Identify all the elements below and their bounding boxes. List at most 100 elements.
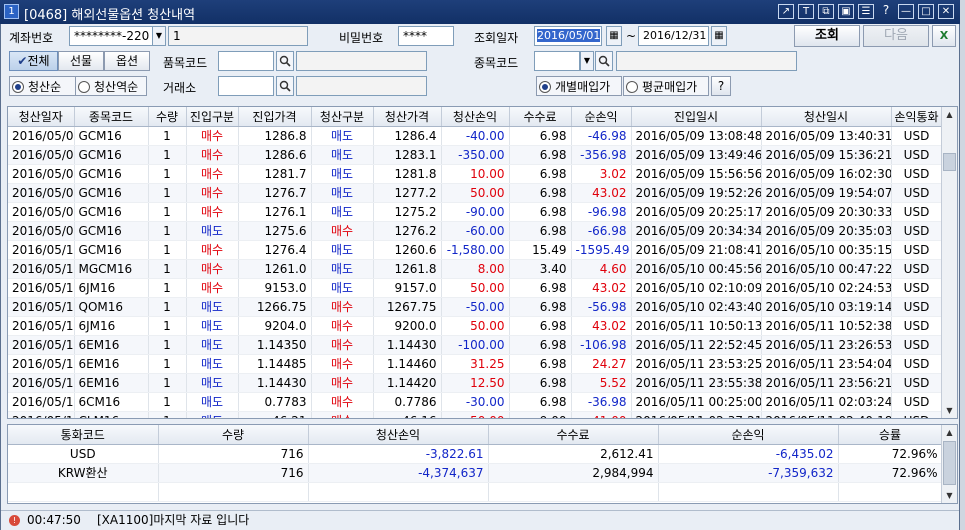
column-header[interactable]: 진입일시 bbox=[631, 107, 762, 127]
column-header[interactable]: 청산일시 bbox=[761, 107, 892, 127]
column-header[interactable]: 진입가격 bbox=[238, 107, 312, 127]
table-row[interactable]: 2016/05/116JM161매도9204.0매수9200.050.006.9… bbox=[8, 316, 943, 336]
sort-by-close-reverse-radio[interactable]: 청산역순 bbox=[75, 76, 147, 96]
table-cell: 2016/05/09 bbox=[8, 164, 75, 184]
table-cell: 1286.8 bbox=[238, 126, 312, 146]
date-from-calendar-icon[interactable]: ▦ bbox=[606, 26, 622, 46]
item-code-search-icon[interactable] bbox=[595, 51, 613, 71]
table-row[interactable]: 2016/05/10QOM161매도1266.75매수1267.75-50.00… bbox=[8, 297, 943, 317]
column-header[interactable]: 청산구분 bbox=[311, 107, 374, 127]
account-dropdown-icon[interactable]: ▼ bbox=[152, 26, 166, 46]
scroll-thumb[interactable] bbox=[943, 153, 956, 171]
table-row[interactable]: 2016/05/106JM161매수9153.0매도9157.050.006.9… bbox=[8, 278, 943, 298]
individual-price-radio[interactable]: 개별매입가 bbox=[536, 76, 622, 96]
column-header[interactable]: 종목코드 bbox=[74, 107, 149, 127]
scroll-up-icon[interactable]: ▲ bbox=[942, 425, 957, 440]
query-button[interactable]: 조회 bbox=[794, 25, 860, 47]
column-header[interactable]: 순손익 bbox=[571, 107, 632, 127]
column-header[interactable]: 청산손익 bbox=[441, 107, 510, 127]
column-header[interactable]: 수수료 bbox=[509, 107, 572, 127]
product-code-field[interactable] bbox=[218, 51, 274, 71]
table-row[interactable]: 2016/05/09GCM161매수1276.1매도1275.2-90.006.… bbox=[8, 202, 943, 222]
summary-row[interactable]: USD 716 -3,822.61 2,612.41 -6,435.02 72.96% bbox=[8, 444, 943, 464]
help-button[interactable]: ? bbox=[711, 76, 731, 96]
table-cell: 2016/05/10 00:47:22 bbox=[761, 259, 892, 279]
table-cell: 41.00 bbox=[571, 411, 632, 418]
table-row[interactable]: 2016/05/09GCM161매수1286.6매도1283.1-350.006… bbox=[8, 145, 943, 165]
table-cell: 매도 bbox=[186, 221, 239, 241]
link-icon[interactable]: ↗ bbox=[778, 4, 794, 19]
tab-all[interactable]: ✔전체 bbox=[9, 51, 58, 71]
account-number-field[interactable]: ********-220 bbox=[69, 26, 153, 46]
table-cell: 6EM16 bbox=[74, 373, 149, 393]
summary-cell: -6,435.02 bbox=[658, 444, 839, 464]
maximize-icon[interactable]: □ bbox=[918, 4, 934, 19]
column-header[interactable]: 청산일자 bbox=[8, 107, 75, 127]
scroll-down-icon[interactable]: ▼ bbox=[942, 403, 957, 418]
table-row[interactable]: 2016/05/09GCM161매수1281.7매도1281.810.006.9… bbox=[8, 164, 943, 184]
exchange-search-icon[interactable] bbox=[276, 76, 294, 96]
column-header[interactable]: 손익통화 bbox=[891, 107, 943, 127]
window-number-icon[interactable]: 1 bbox=[4, 4, 19, 19]
table-cell: GCM16 bbox=[74, 126, 149, 146]
table-row[interactable]: 2016/05/09GCM161매수1276.7매도1277.250.006.9… bbox=[8, 183, 943, 203]
table-row[interactable]: 2016/05/116EM161매도1.14350매수1.14430-100.0… bbox=[8, 335, 943, 355]
help-icon[interactable]: ? bbox=[878, 4, 894, 19]
summary-vertical-scrollbar[interactable]: ▲ ▼ bbox=[941, 425, 957, 503]
table-cell: 매수 bbox=[186, 259, 239, 279]
table-row[interactable]: 2016/05/09GCM161매도1275.6매수1276.2-60.006.… bbox=[8, 221, 943, 241]
exchange-field[interactable] bbox=[218, 76, 274, 96]
table-cell: 2016/05/09 15:36:21 bbox=[761, 145, 892, 165]
table-row[interactable]: 2016/05/116EM161매도1.14485매수1.1446031.256… bbox=[8, 354, 943, 374]
sort-by-close-radio[interactable]: 청산순 bbox=[9, 76, 81, 96]
radio-selected-icon bbox=[12, 81, 24, 93]
table-cell: 매수 bbox=[186, 126, 239, 146]
table-cell: -50.00 bbox=[441, 297, 510, 317]
product-code-search-icon[interactable] bbox=[276, 51, 294, 71]
date-to-calendar-icon[interactable]: ▦ bbox=[711, 26, 727, 46]
status-message: [XA1100]마지막 자료 입니다 bbox=[97, 513, 250, 527]
grid-vertical-scrollbar[interactable]: ▲ ▼ bbox=[941, 107, 957, 418]
scroll-down-icon[interactable]: ▼ bbox=[942, 488, 957, 503]
date-from-field[interactable]: 2016/05/01 bbox=[534, 26, 602, 46]
table-row[interactable]: 2016/05/116CM161매도0.7783매수0.7786-30.006.… bbox=[8, 392, 943, 412]
scroll-up-icon[interactable]: ▲ bbox=[942, 107, 957, 122]
table-cell: 매수 bbox=[311, 297, 374, 317]
table-cell: 1281.7 bbox=[238, 164, 312, 184]
table-row[interactable]: 2016/05/11CLM161매도46.21매수46.1650.009.004… bbox=[8, 411, 943, 418]
summary-row[interactable]: KRW환산 716 -4,374,637 2,984,994 -7,359,632 72.… bbox=[8, 463, 943, 483]
summary-header-row: 통화코드 수량 청산손익 수수료 순손익 승률 bbox=[8, 425, 943, 445]
close-icon[interactable]: ✕ bbox=[938, 4, 954, 19]
item-code-field[interactable] bbox=[534, 51, 580, 71]
table-cell: 15.49 bbox=[509, 240, 572, 260]
minimize-icon[interactable]: — bbox=[898, 4, 914, 19]
password-field[interactable]: **** bbox=[398, 26, 454, 46]
copy-icon[interactable]: ⧉ bbox=[818, 4, 834, 19]
tab-options[interactable]: 옵션 bbox=[104, 51, 150, 71]
list-icon[interactable]: ☰ bbox=[858, 4, 874, 19]
scroll-thumb[interactable] bbox=[943, 441, 956, 485]
table-cell: 매도 bbox=[186, 354, 239, 374]
excel-export-icon[interactable]: X bbox=[932, 25, 956, 47]
column-header[interactable]: 진입구분 bbox=[186, 107, 239, 127]
item-code-dropdown-icon[interactable]: ▼ bbox=[580, 51, 594, 71]
column-header[interactable]: 청산가격 bbox=[373, 107, 442, 127]
next-button[interactable]: 다음 bbox=[863, 25, 929, 47]
table-row[interactable]: 2016/05/10GCM161매수1276.4매도1260.6-1,580.0… bbox=[8, 240, 943, 260]
product-code-label: 품목코드 bbox=[163, 56, 208, 70]
save-icon[interactable]: ▣ bbox=[838, 4, 854, 19]
text-icon[interactable]: T bbox=[798, 4, 814, 19]
item-code-label: 종목코드 bbox=[474, 56, 519, 70]
table-cell: 6EM16 bbox=[74, 354, 149, 374]
table-cell: 9153.0 bbox=[238, 278, 312, 298]
tab-futures[interactable]: 선물 bbox=[58, 51, 104, 71]
date-to-field[interactable]: 2016/12/31 bbox=[638, 26, 709, 46]
status-time: 00:47:50 bbox=[27, 513, 81, 527]
table-row[interactable]: 2016/05/10MGCM161매수1261.0매도1261.88.003.4… bbox=[8, 259, 943, 279]
table-cell: 1 bbox=[148, 259, 187, 279]
table-row[interactable]: 2016/05/09GCM161매수1286.8매도1286.4-40.006.… bbox=[8, 126, 943, 146]
column-header[interactable]: 수량 bbox=[148, 107, 187, 127]
average-price-radio[interactable]: 평균매입가 bbox=[623, 76, 709, 96]
summary-column-header: 수량 bbox=[158, 425, 309, 445]
table-row[interactable]: 2016/05/116EM161매도1.14430매수1.1442012.506… bbox=[8, 373, 943, 393]
